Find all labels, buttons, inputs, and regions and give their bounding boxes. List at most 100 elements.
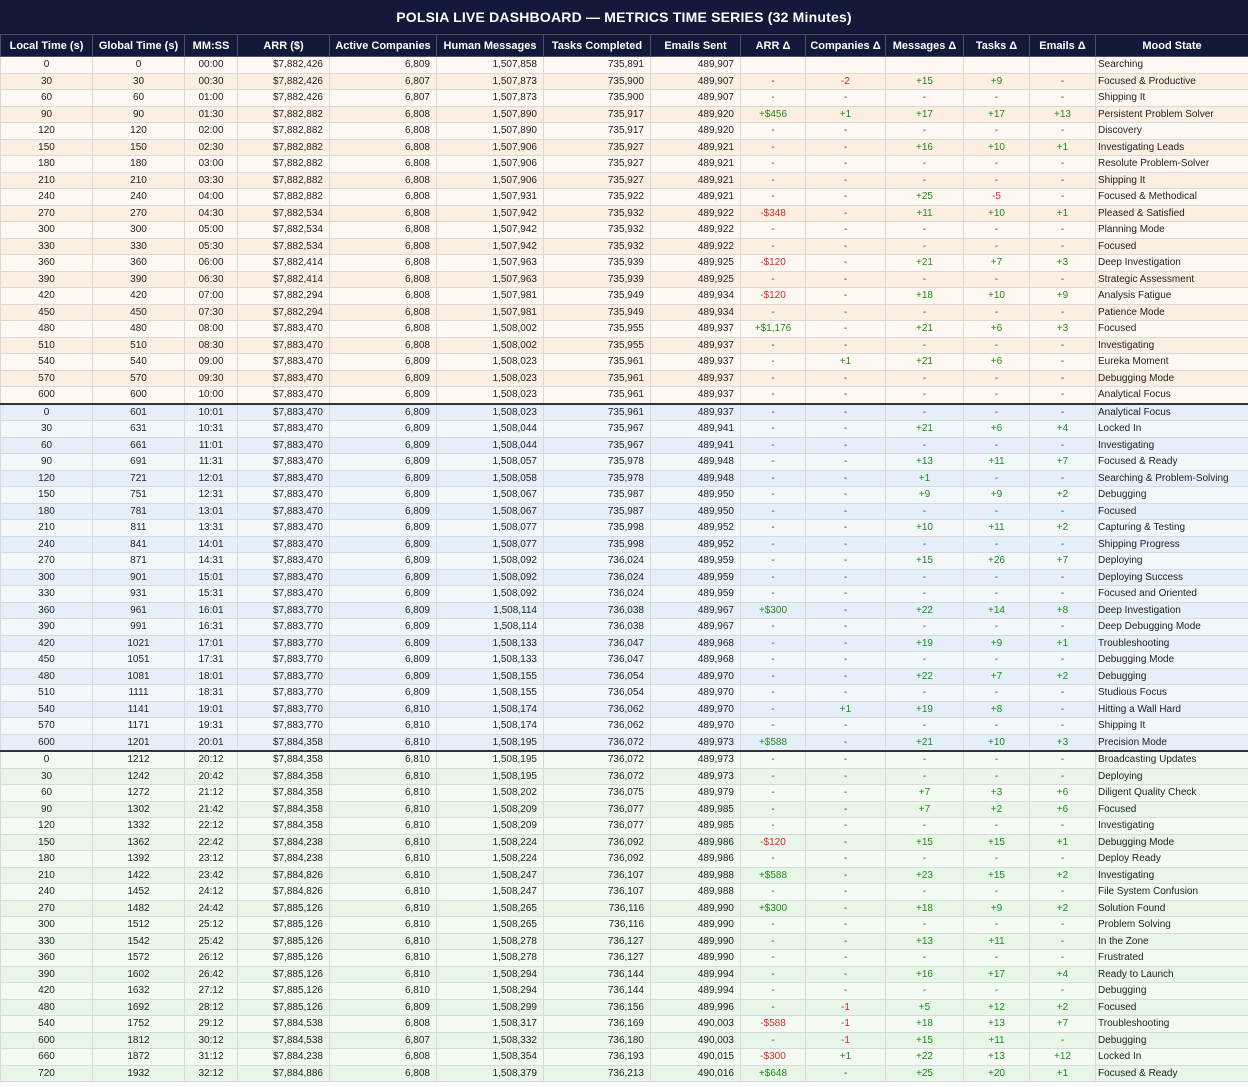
cell-tasks-delta: - xyxy=(963,568,1030,586)
cell-arr-delta: - xyxy=(740,684,806,702)
cell-companies-delta: - xyxy=(805,601,886,619)
cell-local-time: 300 xyxy=(0,568,93,586)
cell-arr-delta: - xyxy=(740,750,806,769)
cell-active-companies: 6,810 xyxy=(329,784,437,802)
cell-companies-delta: - xyxy=(805,784,886,802)
cell-global-time: 360 xyxy=(92,254,185,272)
cell-global-time: 570 xyxy=(92,369,185,387)
column-header-mmss[interactable]: MM:SS xyxy=(184,34,238,57)
cell-companies-delta: - xyxy=(805,965,886,983)
cell-local-time: 210 xyxy=(0,519,93,537)
cell-emails-sent: 489,986 xyxy=(650,850,741,868)
column-header-active-companies[interactable]: Active Companies xyxy=(329,34,437,57)
table-row: 720 1932 32:12 $7,884,886 6,808 1,508,379 736,… xyxy=(0,1064,1248,1082)
cell-arr-delta: - xyxy=(740,634,806,652)
column-header-human-messages[interactable]: Human Messages xyxy=(436,34,544,57)
column-header-arr[interactable]: ARR ($) xyxy=(237,34,330,57)
cell-messages-delta: - xyxy=(885,171,964,189)
cell-messages-delta: - xyxy=(885,535,964,553)
cell-emails-sent: 489,970 xyxy=(650,700,741,718)
cell-companies-delta: - xyxy=(805,916,886,934)
cell-global-time: 1872 xyxy=(92,1048,185,1066)
cell-active-companies: 6,810 xyxy=(329,700,437,718)
cell-emails-delta: +1 xyxy=(1029,204,1096,222)
cell-active-companies: 6,808 xyxy=(329,287,437,305)
cell-arr: $7,883,470 xyxy=(237,353,330,371)
cell-mood-state: Debugging Mode xyxy=(1095,833,1248,851)
cell-tasks-delta: - xyxy=(963,237,1030,255)
cell-human-messages: 1,508,044 xyxy=(436,436,544,454)
cell-mmss: 15:31 xyxy=(184,585,238,603)
cell-emails-sent: 490,015 xyxy=(650,1048,741,1066)
cell-mmss: 28:12 xyxy=(184,998,238,1016)
cell-emails-sent: 489,921 xyxy=(650,188,741,206)
cell-arr: $7,885,126 xyxy=(237,982,330,1000)
cell-mood-state: Debugging xyxy=(1095,1031,1248,1049)
column-header-emails-delta[interactable]: Emails Δ xyxy=(1029,34,1096,57)
column-header-companies-delta[interactable]: Companies Δ xyxy=(805,34,886,57)
cell-tasks-completed: 736,072 xyxy=(543,733,651,752)
cell-mood-state: Investigating xyxy=(1095,866,1248,884)
table-row: 180 180 03:00 $7,882,882 6,808 1,507,906 735,9… xyxy=(0,155,1248,173)
column-header-emails-sent[interactable]: Emails Sent xyxy=(650,34,741,57)
cell-emails-sent: 489,920 xyxy=(650,122,741,140)
cell-arr: $7,884,238 xyxy=(237,850,330,868)
cell-arr-delta: - xyxy=(740,486,806,504)
cell-emails-delta: - xyxy=(1029,303,1096,321)
cell-emails-sent: 489,959 xyxy=(650,552,741,570)
cell-active-companies: 6,810 xyxy=(329,883,437,901)
cell-arr-delta: -$348 xyxy=(740,204,806,222)
cell-active-companies: 6,810 xyxy=(329,965,437,983)
cell-global-time: 1632 xyxy=(92,982,185,1000)
cell-companies-delta: - xyxy=(805,767,886,785)
cell-emails-sent: 489,994 xyxy=(650,965,741,983)
cell-messages-delta: +7 xyxy=(885,800,964,818)
column-header-tasks-delta[interactable]: Tasks Δ xyxy=(963,34,1030,57)
cell-mood-state: Broadcasting Updates xyxy=(1095,750,1248,769)
cell-mmss: 11:01 xyxy=(184,436,238,454)
cell-tasks-delta: +7 xyxy=(963,254,1030,272)
cell-global-time: 871 xyxy=(92,552,185,570)
cell-arr-delta: -$120 xyxy=(740,287,806,305)
cell-tasks-completed: 735,927 xyxy=(543,138,651,156)
cell-active-companies: 6,809 xyxy=(329,420,437,438)
cell-arr: $7,883,770 xyxy=(237,700,330,718)
cell-arr-delta: +$300 xyxy=(740,899,806,917)
cell-global-time: 120 xyxy=(92,122,185,140)
cell-mmss: 21:12 xyxy=(184,784,238,802)
cell-arr-delta: +$456 xyxy=(740,105,806,123)
cell-emails-delta: +2 xyxy=(1029,998,1096,1016)
cell-messages-delta: +22 xyxy=(885,601,964,619)
cell-tasks-completed: 735,967 xyxy=(543,420,651,438)
cell-companies-delta: - xyxy=(805,453,886,471)
cell-companies-delta: - xyxy=(805,287,886,305)
cell-human-messages: 1,508,023 xyxy=(436,386,544,404)
column-header-global-time[interactable]: Global Time (s) xyxy=(92,34,185,57)
cell-local-time: 570 xyxy=(0,369,93,387)
column-header-arr-delta[interactable]: ARR Δ xyxy=(740,34,806,57)
cell-tasks-delta: +6 xyxy=(963,420,1030,438)
cell-tasks-completed: 736,092 xyxy=(543,833,651,851)
column-header-local-time[interactable]: Local Time (s) xyxy=(0,34,93,57)
cell-emails-sent: 489,967 xyxy=(650,601,741,619)
cell-arr: $7,883,470 xyxy=(237,453,330,471)
cell-active-companies: 6,807 xyxy=(329,1031,437,1049)
cell-arr-delta: - xyxy=(740,469,806,487)
cell-local-time: 420 xyxy=(0,982,93,1000)
cell-arr: $7,883,470 xyxy=(237,386,330,404)
cell-active-companies: 6,808 xyxy=(329,270,437,288)
cell-local-time: 330 xyxy=(0,585,93,603)
cell-mood-state: Focused xyxy=(1095,320,1248,338)
table-row: 600 600 10:00 $7,883,470 6,809 1,508,023 735,9… xyxy=(0,386,1248,404)
cell-arr-delta: - xyxy=(740,982,806,1000)
cell-tasks-delta: +9 xyxy=(963,899,1030,917)
cell-active-companies: 6,810 xyxy=(329,717,437,735)
column-header-mood-state[interactable]: Mood State xyxy=(1095,34,1248,57)
cell-arr-delta: - xyxy=(740,568,806,586)
column-header-tasks-completed[interactable]: Tasks Completed xyxy=(543,34,651,57)
column-header-messages-delta[interactable]: Messages Δ xyxy=(885,34,964,57)
cell-human-messages: 1,508,057 xyxy=(436,453,544,471)
cell-mood-state: Locked In xyxy=(1095,1048,1248,1066)
cell-mmss: 19:01 xyxy=(184,700,238,718)
cell-arr-delta: - xyxy=(740,221,806,239)
